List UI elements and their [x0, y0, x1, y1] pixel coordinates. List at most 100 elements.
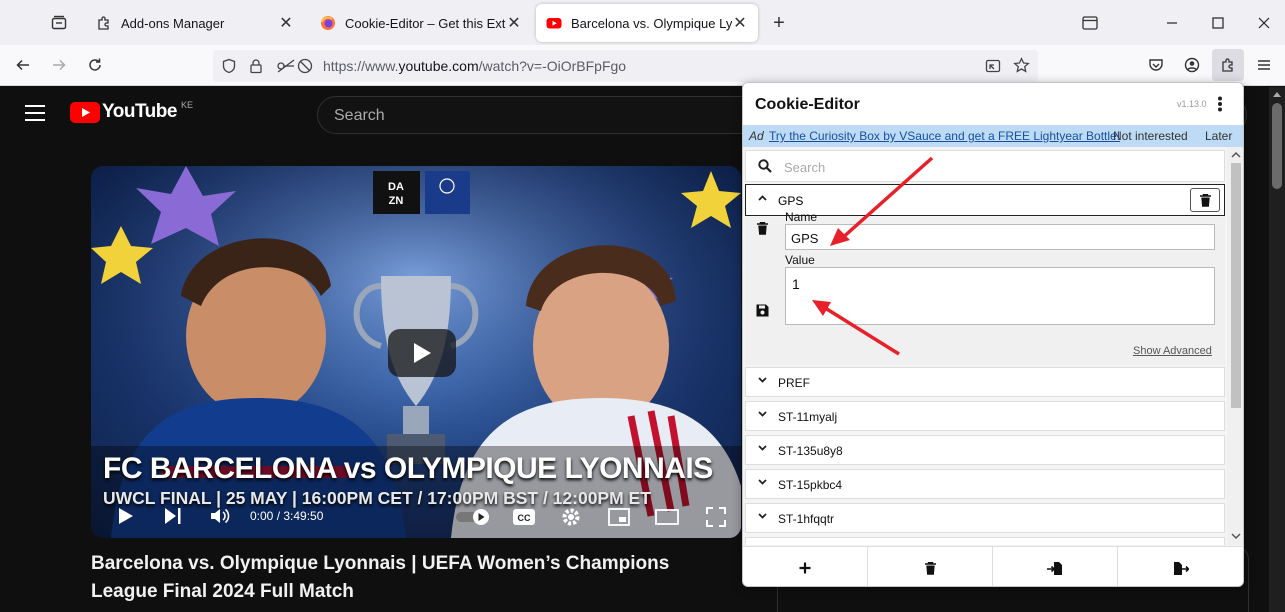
- permissions-icon[interactable]: [276, 58, 296, 74]
- later-button[interactable]: Later: [1205, 129, 1232, 143]
- export-button[interactable]: [1118, 547, 1243, 586]
- cookie-name-field[interactable]: GPS: [785, 224, 1215, 250]
- tab-title: Cookie-Editor – Get this Extensi: [345, 15, 506, 31]
- account-icon[interactable]: [1176, 49, 1208, 81]
- picture-in-picture-icon[interactable]: [985, 58, 1001, 74]
- cookie-search-input[interactable]: Search: [745, 150, 1225, 182]
- cookie-detail-panel: Name GPS Value 1 Show Advanced: [745, 210, 1225, 365]
- volume-icon[interactable]: [210, 507, 230, 525]
- cookie-value-value: 1: [792, 276, 800, 292]
- cookie-row[interactable]: ST-15pkbc4: [745, 469, 1225, 499]
- tab-title: Barcelona vs. Olympique Lyonn: [571, 15, 732, 31]
- export-icon: [1173, 561, 1189, 575]
- cookie-name: ST-11myalj: [778, 410, 838, 424]
- ad-label: Ad: [749, 129, 764, 143]
- not-interested-button[interactable]: Not interested: [1113, 129, 1188, 143]
- cookie-row-partial[interactable]: [745, 537, 1225, 545]
- firefox-icon: [320, 15, 336, 31]
- video-title[interactable]: Barcelona vs. Olympique Lyonnais | UEFA …: [91, 550, 741, 606]
- tab-youtube-video[interactable]: Barcelona vs. Olympique Lyonn ✕: [536, 4, 758, 42]
- cookie-list-scrollbar[interactable]: [1227, 147, 1243, 545]
- cookie-row[interactable]: ST-1hfqqtr: [745, 503, 1225, 533]
- import-icon: [1047, 561, 1062, 575]
- hamburger-menu-icon[interactable]: [24, 104, 46, 122]
- cookie-name: GPS: [778, 194, 804, 208]
- url-text[interactable]: https://www.youtube.com/watch?v=-OiOrBFp…: [323, 58, 626, 74]
- theater-mode-icon[interactable]: [655, 508, 679, 526]
- tab-bar: Add-ons Manager ✕ Cookie-Editor – Get th…: [0, 0, 1285, 45]
- pocket-icon[interactable]: [1140, 49, 1172, 81]
- forward-arrow-icon[interactable]: [43, 49, 75, 81]
- close-tab-icon[interactable]: ✕: [732, 15, 748, 32]
- cookie-value-field[interactable]: 1: [785, 267, 1215, 325]
- version-label: v1.13.0: [1177, 99, 1207, 109]
- app-menu-icon[interactable]: [1248, 49, 1280, 81]
- list-all-tabs-icon[interactable]: [1067, 0, 1113, 45]
- firefox-view-icon[interactable]: [43, 7, 75, 39]
- close-tab-icon[interactable]: ✕: [506, 15, 522, 32]
- scroll-up-arrow-icon[interactable]: [1231, 151, 1241, 158]
- svg-text:DA: DA: [388, 181, 404, 193]
- scroll-up-arrow-icon[interactable]: [1273, 91, 1281, 97]
- delete-all-button[interactable]: [868, 547, 993, 586]
- video-player[interactable]: DA ZN FC BARCELONA vs OLYMPIQUE LYONNAIS…: [91, 166, 741, 538]
- captions-icon[interactable]: CC: [512, 508, 536, 526]
- chevron-down-icon: [758, 411, 767, 417]
- tab-addons-manager[interactable]: Add-ons Manager ✕: [86, 4, 304, 42]
- play-overlay-button[interactable]: [388, 329, 456, 377]
- miniplayer-icon[interactable]: [608, 508, 630, 526]
- search-icon: [758, 159, 772, 173]
- show-advanced-link[interactable]: Show Advanced: [1133, 345, 1212, 357]
- extensions-puzzle-icon[interactable]: [1212, 49, 1244, 81]
- cookie-row[interactable]: PREF: [745, 367, 1225, 397]
- trash-icon[interactable]: [757, 222, 768, 235]
- autoplay-toggle[interactable]: [455, 507, 491, 527]
- chevron-down-icon: [758, 479, 767, 485]
- cookie-row[interactable]: ST-11myalj: [745, 401, 1225, 431]
- reload-icon[interactable]: [79, 49, 111, 81]
- cookie-row[interactable]: ST-135u8y8: [745, 435, 1225, 465]
- next-icon[interactable]: [164, 507, 182, 525]
- cookie-list: Search GPS Name GPS Value 1 Show Advance…: [743, 147, 1227, 545]
- page-scrollbar[interactable]: [1269, 87, 1285, 612]
- settings-gear-icon[interactable]: [561, 507, 581, 527]
- address-bar[interactable]: https://www.youtube.com/watch?v=-OiOrBFp…: [213, 50, 1038, 82]
- back-arrow-icon[interactable]: [7, 49, 39, 81]
- youtube-icon: [546, 15, 562, 31]
- add-cookie-button[interactable]: [743, 547, 868, 586]
- cookie-name: ST-15pkbc4: [778, 478, 843, 492]
- bookmark-star-icon[interactable]: [1013, 57, 1030, 74]
- url-domain: youtube.com: [398, 58, 479, 74]
- delete-cookie-button[interactable]: [1190, 188, 1220, 212]
- scroll-down-arrow-icon[interactable]: [1231, 533, 1241, 540]
- kebab-menu-icon[interactable]: [1217, 96, 1223, 112]
- play-icon[interactable]: [118, 507, 134, 525]
- shield-icon[interactable]: [221, 58, 237, 74]
- maximize-icon[interactable]: [1195, 0, 1241, 45]
- close-tab-icon[interactable]: ✕: [278, 15, 294, 32]
- chevron-down-icon: [758, 513, 767, 519]
- youtube-logo-icon: [70, 101, 100, 123]
- name-label: Name: [785, 210, 818, 224]
- lock-icon[interactable]: [248, 58, 264, 74]
- youtube-logo-text: YouTube: [102, 101, 177, 122]
- scrollbar-thumb[interactable]: [1231, 163, 1241, 408]
- tab-cookie-editor[interactable]: Cookie-Editor – Get this Extensi ✕: [310, 4, 532, 42]
- url-prefix: https://www.: [323, 58, 399, 74]
- cookie-name: ST-135u8y8: [778, 444, 843, 458]
- fullscreen-icon[interactable]: [706, 507, 726, 527]
- close-window-icon[interactable]: [1241, 0, 1285, 45]
- scrollbar-thumb[interactable]: [1272, 103, 1282, 189]
- youtube-logo[interactable]: YouTube KE: [70, 100, 193, 123]
- svg-text:CC: CC: [518, 513, 531, 523]
- new-tab-plus-icon[interactable]: +: [763, 7, 795, 39]
- autoplay-blocked-icon[interactable]: [297, 58, 313, 74]
- chevron-down-icon: [758, 377, 767, 383]
- puzzle-icon: [96, 15, 112, 31]
- cookie-editor-title: Cookie-Editor: [755, 96, 860, 113]
- save-floppy-icon[interactable]: [756, 304, 769, 317]
- minimize-icon[interactable]: [1149, 0, 1195, 45]
- ad-link[interactable]: Try the Curiosity Box by VSauce and get …: [769, 129, 1120, 143]
- import-button[interactable]: [993, 547, 1118, 586]
- chevron-up-icon[interactable]: [758, 195, 767, 201]
